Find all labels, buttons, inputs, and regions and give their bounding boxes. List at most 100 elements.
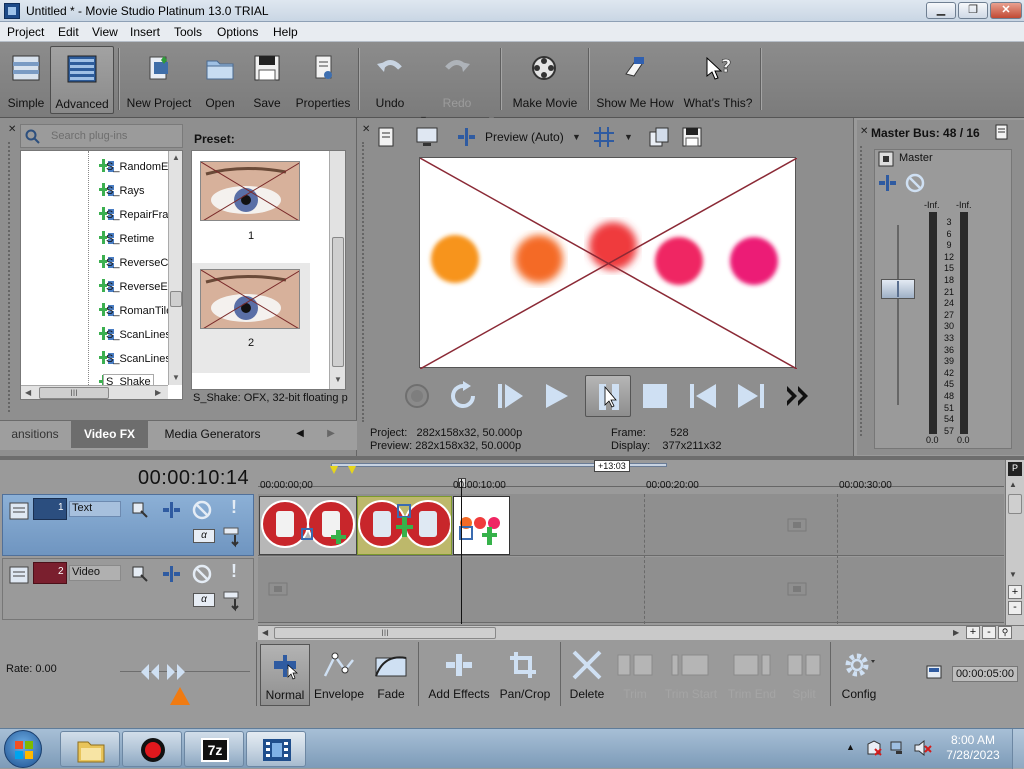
tab-scroll-left[interactable]: ◀	[287, 420, 313, 448]
scroll-thumb[interactable]	[170, 291, 182, 307]
fade-tool[interactable]: Fade	[368, 644, 414, 706]
simple-button[interactable]: Simple	[4, 46, 48, 114]
save-snapshot-icon[interactable]	[681, 126, 703, 148]
track-mute-icon[interactable]	[192, 564, 212, 584]
hscroll-thumb[interactable]: III	[39, 387, 109, 399]
advanced-button[interactable]: Advanced	[50, 46, 114, 114]
plugin-tree-hscroll[interactable]: ◀ III ▶	[21, 385, 168, 399]
preview-quality-arrow[interactable]: ▼	[572, 132, 581, 142]
compositing-mode-icon[interactable]: α	[193, 529, 215, 543]
taskbar-7zip[interactable]: 7z	[184, 731, 244, 767]
plugin-tree[interactable]: S_RandomEd S_Rays S_RepairFran S_Retime …	[20, 150, 183, 400]
taskbar-recorder[interactable]	[122, 731, 182, 767]
timeline-ruler[interactable]: +13:03	[258, 460, 1004, 496]
tree-item-s-scanlines[interactable]: S_ScanLines	[21, 322, 182, 346]
pane-grip[interactable]	[362, 142, 368, 422]
minimize-button[interactable]: ▁	[926, 2, 956, 19]
play-button[interactable]	[540, 378, 574, 414]
config-button[interactable]: Config	[834, 644, 884, 706]
trim-start-button[interactable]: Trim Start	[660, 644, 722, 706]
pane-grip[interactable]	[860, 146, 866, 436]
timeline-options-button[interactable]: P	[1008, 462, 1022, 476]
zoom-tool-button[interactable]: ⚲	[998, 626, 1012, 639]
track-motion-icon[interactable]	[131, 565, 151, 583]
tree-item-s-reverseedge[interactable]: S_ReverseEd	[21, 274, 182, 298]
show-desktop-button[interactable]	[1012, 729, 1024, 769]
whats-this-button[interactable]: ? What's This?	[680, 46, 756, 114]
tab-media-generators[interactable]: Media Generators	[150, 420, 275, 448]
undo-button[interactable]: Undo	[364, 46, 416, 114]
timeline-vscroll[interactable]: P ▲ ▼ + -	[1005, 460, 1024, 625]
tree-item-s-retime[interactable]: S_Retime	[21, 226, 182, 250]
timeline-clip-2[interactable]	[357, 496, 452, 555]
tab-scroll-right[interactable]: ▶	[318, 420, 344, 448]
external-monitor-icon[interactable]	[415, 126, 439, 148]
close-button[interactable]: ✕	[990, 2, 1022, 19]
action-center-icon[interactable]	[866, 740, 882, 756]
rate-slider-thumb[interactable]	[169, 686, 191, 706]
split-screen-icon[interactable]	[456, 127, 478, 147]
track-fx-icon[interactable]	[161, 501, 183, 519]
tree-item-s-repairframe[interactable]: S_RepairFran	[21, 202, 182, 226]
track-solo-icon[interactable]: !	[231, 561, 237, 582]
track-solo-icon[interactable]: !	[231, 497, 237, 518]
scroll-right-arrow[interactable]: ▶	[953, 628, 959, 637]
scroll-left-arrow[interactable]: ◀	[262, 628, 268, 637]
timeline-clip-1[interactable]	[259, 496, 357, 555]
record-button[interactable]	[400, 378, 434, 414]
parent-overlay-icon[interactable]	[223, 527, 243, 549]
search-field[interactable]: Search plug-ins	[20, 124, 183, 148]
maximize-button[interactable]: ❐	[958, 2, 988, 19]
shuttle-control-icon[interactable]	[140, 662, 186, 682]
zoom-out-button[interactable]: -	[982, 626, 996, 639]
bus-fx-icon[interactable]	[877, 174, 899, 192]
preset-vscroll[interactable]: ▼	[329, 151, 345, 389]
tree-item-s-romantile[interactable]: S_RomanTile	[21, 298, 182, 322]
track-header-video[interactable]: 2 Video ! α	[2, 558, 254, 620]
go-to-end-button[interactable]	[734, 378, 768, 414]
tree-item-s-randomed[interactable]: S_RandomEd	[21, 154, 182, 178]
track-1-name[interactable]: Text	[69, 501, 121, 517]
tree-item-s-reverseclip[interactable]: S_ReverseCl	[21, 250, 182, 274]
preview-close-icon[interactable]: ✕	[362, 124, 370, 135]
show-hidden-icons[interactable]: ▲	[846, 742, 855, 752]
trim-button[interactable]: Trim	[612, 644, 658, 706]
normal-edit-tool[interactable]: Normal	[260, 644, 310, 706]
mixer-close-icon[interactable]: ✕	[860, 126, 868, 137]
timeline-hscroll[interactable]: ◀ III ▶ + - ⚲	[258, 625, 1024, 640]
menu-tools[interactable]: Tools	[174, 25, 202, 39]
taskbar-explorer[interactable]	[60, 731, 120, 767]
menu-project[interactable]: Project	[7, 25, 44, 39]
track-header-text[interactable]: 1 Text ! α	[2, 494, 254, 556]
master-volume-fader[interactable]	[881, 279, 915, 299]
scroll-right-arrow[interactable]: ▶	[155, 388, 161, 397]
new-project-button[interactable]: New Project	[124, 46, 194, 114]
envelope-edit-tool[interactable]: Envelope	[312, 644, 366, 706]
track-zoom-out-button[interactable]: -	[1008, 601, 1022, 615]
scroll-up-arrow[interactable]: ▲	[172, 153, 180, 162]
tree-item-s-rays[interactable]: S_Rays	[21, 178, 182, 202]
copy-snapshot-icon[interactable]	[648, 126, 670, 148]
play-from-start-button[interactable]	[494, 378, 528, 414]
preset-list[interactable]: 1 2 ▼	[191, 150, 346, 390]
stop-button[interactable]	[638, 378, 672, 414]
properties-button[interactable]: Properties	[292, 46, 354, 114]
tab-transitions[interactable]: ansitions	[0, 420, 70, 448]
track-zoom-in-button[interactable]: +	[1008, 585, 1022, 599]
volume-muted-icon[interactable]	[914, 740, 932, 756]
compositing-mode-icon[interactable]: α	[193, 593, 215, 607]
track-fx-icon[interactable]	[161, 565, 183, 583]
loop-playback-icon[interactable]	[446, 378, 480, 414]
taskbar-movie-studio[interactable]	[246, 731, 306, 767]
show-me-how-button[interactable]: Show Me How	[594, 46, 676, 114]
pan-crop-button[interactable]: Pan/Crop	[496, 644, 554, 706]
loop-region-markers[interactable]	[330, 466, 356, 476]
timecode-settings-icon[interactable]	[926, 664, 946, 680]
menu-view[interactable]: View	[92, 25, 118, 39]
preset-item-2[interactable]: 2	[192, 263, 310, 373]
grid-overlay-icon[interactable]	[592, 126, 616, 148]
system-clock[interactable]: 8:00 AM 7/28/2023	[938, 733, 1008, 763]
track-minimize-icon[interactable]	[9, 565, 29, 585]
master-fx-icon[interactable]	[878, 151, 894, 167]
end-timecode-field[interactable]: 00:00:05:00	[952, 666, 1018, 682]
